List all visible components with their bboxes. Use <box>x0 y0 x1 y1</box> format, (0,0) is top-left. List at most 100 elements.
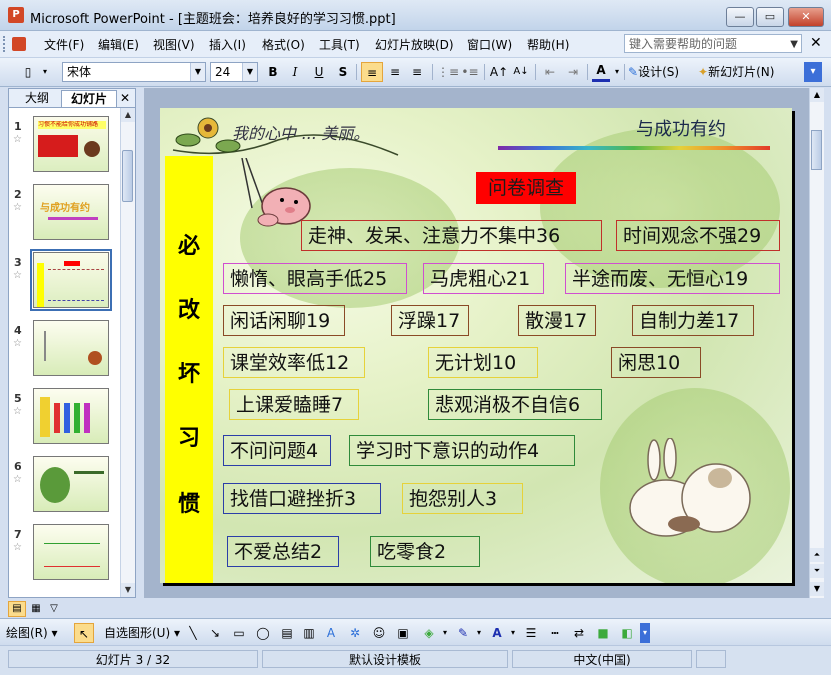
slide-thumbnail-6[interactable] <box>33 456 109 512</box>
textbox-tool-icon[interactable]: ▤ <box>278 623 296 643</box>
increase-indent-icon[interactable]: ⇥ <box>563 62 583 82</box>
scroll-thumb[interactable] <box>122 150 133 202</box>
chevron-down-icon[interactable]: ▾ <box>508 623 518 643</box>
fill-color-icon[interactable]: ◈ <box>420 623 438 643</box>
font-size-select[interactable]: 24 ▼ <box>210 62 258 82</box>
chevron-down-icon[interactable]: ▼ <box>790 35 798 54</box>
menu-slideshow[interactable]: 幻灯片放映(D) <box>375 36 454 53</box>
picture-icon[interactable]: ▣ <box>394 623 412 643</box>
animation-star-icon: ☆ <box>13 270 22 281</box>
scroll-thumb[interactable] <box>811 130 822 170</box>
autoshapes-button[interactable]: 自选图形(U) ▾ <box>104 623 182 643</box>
tab-slides[interactable]: 幻灯片 <box>61 90 117 107</box>
toolbar-options-icon[interactable]: ▾ <box>804 62 822 82</box>
slideshow-icon[interactable]: ▽ <box>46 602 62 616</box>
menu-view[interactable]: 视图(V) <box>153 36 195 53</box>
decrease-font-icon[interactable]: A↓ <box>511 62 531 82</box>
increase-font-icon[interactable]: A↑ <box>489 62 509 82</box>
bold-button[interactable]: B <box>264 62 282 82</box>
formatting-toolbar: ▯ ▾ 宋体 ▼ 24 ▼ B I U S ≡ ≡ ≡ ⋮≡ •≡ A↑ A↓ … <box>0 58 831 87</box>
survey-item: 半途而废、无恒心19 <box>565 263 780 294</box>
slide-thumbnail-2[interactable]: 与成功有约 <box>33 184 109 240</box>
slide-thumbnail-7[interactable] <box>33 524 109 580</box>
slide-thumbnail-1[interactable]: 习惯不能给你成功铺路 <box>33 116 109 172</box>
scroll-down-icon[interactable]: ▼ <box>810 582 824 596</box>
numbered-list-icon[interactable]: ⋮≡ <box>437 62 459 82</box>
thumb-shape <box>40 467 70 503</box>
bullet-list-icon[interactable]: •≡ <box>460 62 480 82</box>
close-pane-icon[interactable]: ✕ <box>117 90 133 106</box>
slide-canvas[interactable]: 我的心中 ... 美丽。 与成功有约 必 改 坏 习 惯 问卷调查 走神、发呆、… <box>160 108 792 583</box>
document-icon[interactable] <box>12 37 26 51</box>
menu-format[interactable]: 格式(O) <box>262 36 305 53</box>
minimize-button[interactable]: — <box>726 7 754 27</box>
line-tool-icon[interactable]: ╲ <box>184 623 202 643</box>
chevron-down-icon[interactable]: ▾ <box>474 623 484 643</box>
italic-button[interactable]: I <box>286 62 304 82</box>
chevron-down-icon[interactable]: ▾ <box>440 623 450 643</box>
next-slide-icon[interactable]: ⏷ <box>810 564 824 578</box>
toolbar-options-icon[interactable]: ▾ <box>40 62 50 82</box>
chevron-down-icon[interactable]: ▾ <box>612 62 622 82</box>
grip-icon[interactable] <box>3 36 9 52</box>
font-color-icon[interactable]: A <box>488 623 506 643</box>
clipart-icon[interactable]: ☺ <box>370 623 388 643</box>
decrease-indent-icon[interactable]: ⇤ <box>540 62 560 82</box>
close-doc-icon[interactable]: ✕ <box>810 35 822 51</box>
align-right-icon[interactable]: ≡ <box>407 62 427 82</box>
toolbar-options-icon[interactable]: ▾ <box>640 623 650 643</box>
close-button[interactable]: ✕ <box>788 7 824 27</box>
menu-insert[interactable]: 插入(I) <box>209 36 246 53</box>
slide-scrollbar[interactable]: ▲ ⏶ ⏷ ▼ <box>809 88 824 598</box>
help-search-input[interactable]: 键入需要帮助的问题 ▼ <box>624 34 802 53</box>
design-button[interactable]: ✎设计(S) <box>628 62 694 82</box>
font-color-icon[interactable]: A <box>592 62 610 82</box>
chevron-down-icon[interactable]: ▼ <box>242 63 257 81</box>
arrow-tool-icon[interactable]: ↘ <box>206 623 224 643</box>
animation-star-icon: ☆ <box>13 474 22 485</box>
new-slide-button[interactable]: ✦新幻灯片(N) <box>698 62 788 82</box>
diagram-icon[interactable]: ✲ <box>346 623 364 643</box>
chevron-down-icon[interactable]: ▼ <box>190 63 205 81</box>
menu-help[interactable]: 帮助(H) <box>527 36 569 53</box>
align-center-icon[interactable]: ≡ <box>385 62 405 82</box>
new-document-icon[interactable]: ▯ <box>18 62 38 82</box>
draw-menu-button[interactable]: 绘图(R) ▾ <box>6 623 72 643</box>
oval-tool-icon[interactable]: ◯ <box>254 623 272 643</box>
restore-button[interactable]: ▭ <box>756 7 784 27</box>
underline-button[interactable]: U <box>310 62 328 82</box>
align-left-icon[interactable]: ≡ <box>361 62 383 82</box>
shadow-style-icon[interactable]: ■ <box>594 623 612 643</box>
3d-style-icon[interactable]: ◧ <box>618 623 636 643</box>
rectangle-tool-icon[interactable]: ▭ <box>230 623 248 643</box>
menu-file[interactable]: 文件(F) <box>44 36 84 53</box>
line-style-icon[interactable]: ☰ <box>522 623 540 643</box>
survey-item: 自制力差17 <box>632 305 754 336</box>
slide-position: 幻灯片 3 / 32 <box>8 650 258 668</box>
slide-thumbnail-3[interactable] <box>30 249 112 311</box>
dash-style-icon[interactable]: ┅ <box>546 623 564 643</box>
font-family-select[interactable]: 宋体 ▼ <box>62 62 206 82</box>
previous-slide-icon[interactable]: ⏶ <box>810 548 824 562</box>
powerpoint-icon[interactable]: P <box>8 7 24 23</box>
arrow-style-icon[interactable]: ⇄ <box>570 623 588 643</box>
menu-edit[interactable]: 编辑(E) <box>98 36 139 53</box>
wordart-icon[interactable]: A <box>322 623 340 643</box>
survey-item: 上课爱瞌睡7 <box>229 389 359 420</box>
normal-view-icon[interactable]: ▤ <box>8 601 26 617</box>
vertical-textbox-icon[interactable]: ▥ <box>300 623 318 643</box>
line-color-icon[interactable]: ✎ <box>454 623 472 643</box>
slide-thumbnail-5[interactable] <box>33 388 109 444</box>
select-pointer-icon[interactable]: ↖ <box>74 623 94 643</box>
scroll-down-icon[interactable]: ▼ <box>121 583 135 597</box>
scroll-up-icon[interactable]: ▲ <box>810 88 824 102</box>
slide-sorter-icon[interactable]: ▦ <box>28 602 44 616</box>
slide-thumbnail-4[interactable] <box>33 320 109 376</box>
menu-window[interactable]: 窗口(W) <box>467 36 512 53</box>
thumbnails-scrollbar[interactable]: ▲ ▼ <box>120 108 135 597</box>
scroll-up-icon[interactable]: ▲ <box>121 108 135 122</box>
shadow-button[interactable]: S <box>334 62 352 82</box>
menu-tools[interactable]: 工具(T) <box>319 36 360 53</box>
tab-outline[interactable]: 大纲 <box>15 90 59 106</box>
thumb-shape <box>37 263 44 307</box>
